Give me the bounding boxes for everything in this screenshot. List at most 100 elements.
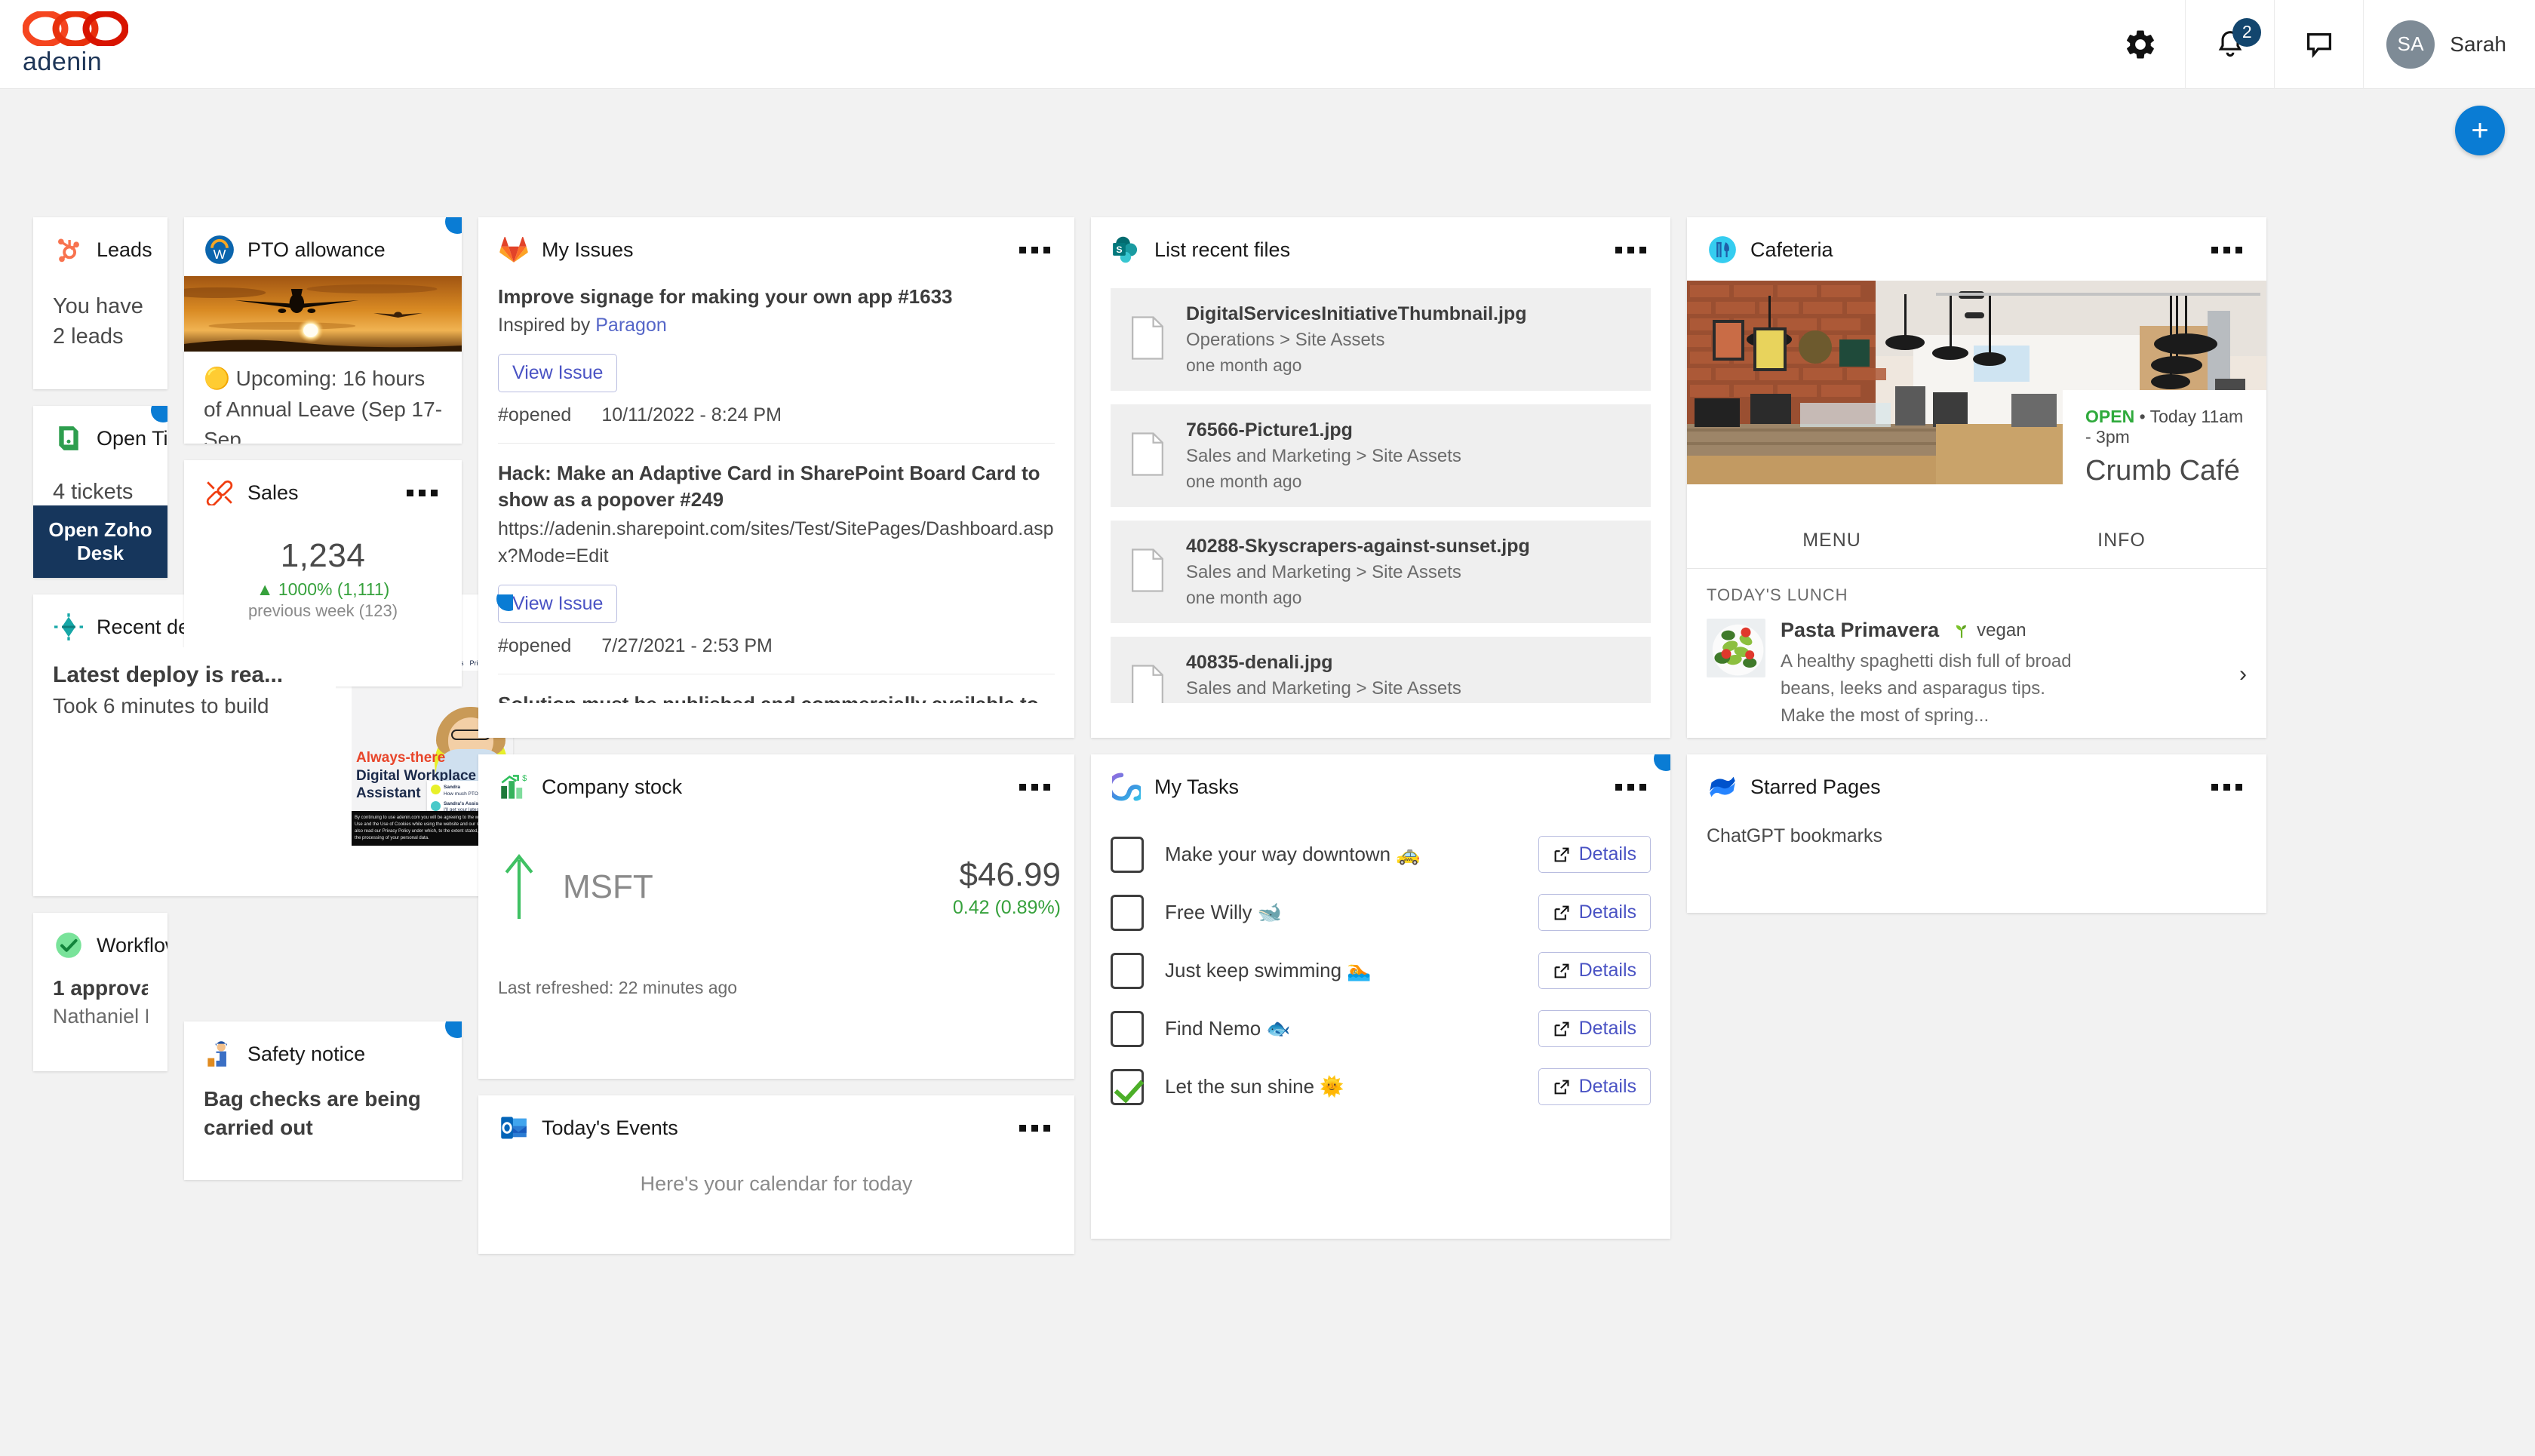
- settings-button[interactable]: [2096, 0, 2185, 89]
- card-header: Workflow: [33, 913, 167, 976]
- view-issue-button[interactable]: View Issue: [498, 585, 618, 624]
- task-details-button[interactable]: Details: [1538, 836, 1651, 873]
- brand-wordmark: adenin: [23, 48, 103, 76]
- file-name: 76566-Picture1.jpg: [1186, 419, 1353, 441]
- task-details-button[interactable]: Details: [1538, 1068, 1651, 1105]
- task-details-button[interactable]: Details: [1538, 894, 1651, 931]
- chevron-right-icon[interactable]: ›: [2230, 662, 2247, 687]
- card-open-tickets[interactable]: Open Tickets 4 tickets are currently ope…: [33, 406, 167, 578]
- tab-info[interactable]: INFO: [1977, 510, 2266, 568]
- file-name: DigitalServicesInitiativeThumbnail.jpg: [1186, 303, 1527, 324]
- add-card-button[interactable]: +: [2455, 106, 2505, 155]
- file-list-item[interactable]: DigitalServicesInitiativeThumbnail.jpg O…: [1111, 288, 1651, 391]
- svg-text:S: S: [1116, 244, 1122, 255]
- file-list-item[interactable]: 40835-denali.jpg Sales and Marketing > S…: [1111, 637, 1651, 703]
- microsoft-loop-icon: [1111, 771, 1142, 803]
- card-menu-button[interactable]: [2207, 242, 2247, 258]
- card-workflow[interactable]: Workflow 1 approval pendi... Nathaniel P…: [33, 913, 167, 1071]
- card-my-issues[interactable]: My Issues Improve signage for making you…: [478, 217, 1074, 738]
- card-list-recent-files[interactable]: S List recent files DigitalServicesIniti…: [1091, 217, 1670, 738]
- card-header: Starred Pages: [1687, 754, 2266, 818]
- task-checkbox[interactable]: [1111, 952, 1144, 989]
- file-info: DigitalServicesInitiativeThumbnail.jpg O…: [1186, 303, 1527, 376]
- dashboard-board: Leads You have 2 leads Open Ti 4 tickets…: [0, 89, 2535, 1456]
- card-cafeteria[interactable]: Cafeteria OPEN • Today 11am - 3pm Crumb …: [1687, 217, 2266, 738]
- menu-section-label: TODAY'S LUNCH: [1707, 585, 1848, 604]
- card-body: You have 2 leads: [33, 281, 167, 371]
- user-menu[interactable]: SA Sarah: [2363, 0, 2535, 89]
- card-title: Sales: [247, 481, 299, 504]
- card-title: Starred Pages: [1750, 775, 1881, 798]
- issue-source-link[interactable]: Paragon: [595, 315, 667, 336]
- task-row: Let the sun shine 🌞 Details: [1111, 1058, 1651, 1116]
- file-name: 40288-Skyscrapers-against-sunset.jpg: [1186, 536, 1530, 557]
- card-pto-allowance[interactable]: W PTO allowance 🟡 Upcoming: 16 hours of …: [184, 217, 462, 444]
- card-body: ChatGPT bookmarks: [1687, 818, 2266, 867]
- card-menu-button[interactable]: [1611, 242, 1651, 258]
- card-header: S List recent files: [1091, 217, 1670, 281]
- card-leads[interactable]: Leads You have 2 leads: [33, 217, 167, 389]
- file-list-item[interactable]: 40288-Skyscrapers-against-sunset.jpg Sal…: [1111, 521, 1651, 623]
- task-checkbox[interactable]: [1111, 836, 1144, 873]
- task-details-label: Details: [1578, 960, 1636, 981]
- menu-item[interactable]: Pizza Hawaii A delicious hand-tossed, st…: [1687, 730, 2266, 738]
- gitlab-icon: [498, 234, 530, 266]
- cutlery-icon: [1707, 234, 1738, 266]
- issue-date: 10/11/2022 - 8:24 PM: [601, 404, 782, 426]
- file-age: one month ago: [1186, 355, 1302, 375]
- task-checkbox[interactable]: [1111, 1068, 1144, 1105]
- notifications-button[interactable]: 2: [2185, 0, 2274, 89]
- card-title: Cafeteria: [1750, 238, 1833, 261]
- issue-item: Hack: Make an Adaptive Card in SharePoin…: [498, 443, 1055, 657]
- outlook-icon: [498, 1112, 530, 1144]
- preview-avatar-icon: [431, 800, 441, 811]
- card-header: Cafeteria: [1687, 217, 2266, 281]
- column-3: My Issues Improve signage for making you…: [478, 217, 1074, 1270]
- card-menu-button[interactable]: [1611, 779, 1651, 795]
- task-details-button[interactable]: Details: [1538, 952, 1651, 989]
- card-menu-button[interactable]: [1015, 779, 1055, 795]
- adenin-infinity-icon: [23, 11, 128, 46]
- issue-item: Solution must be published and commercia…: [498, 674, 1055, 703]
- events-empty-message: Here's your calendar for today: [640, 1172, 913, 1195]
- file-age: one month ago: [1186, 588, 1302, 607]
- card-todays-events[interactable]: Today's Events Here's your calendar for …: [478, 1095, 1074, 1254]
- issue-subtitle: https://adenin.sharepoint.com/sites/Test…: [498, 518, 1054, 567]
- tab-menu[interactable]: MENU: [1687, 510, 1977, 568]
- card-company-stock[interactable]: $ Company stock MSFT $46.99 0.42 (0.89%)…: [478, 754, 1074, 1079]
- card-title: My Issues: [542, 238, 634, 261]
- card-starred-pages[interactable]: Starred Pages ChatGPT bookmarks: [1687, 754, 2266, 913]
- task-checkbox[interactable]: [1111, 894, 1144, 931]
- task-checkbox[interactable]: [1111, 1010, 1144, 1047]
- task-details-label: Details: [1578, 902, 1636, 923]
- pto-hero-image: [184, 276, 462, 352]
- brand-logo[interactable]: adenin: [23, 11, 128, 77]
- card-body: 1 approval pendi... Nathaniel Palmer: [33, 976, 167, 1048]
- column-group-left: Leads You have 2 leads Open Ti 4 tickets…: [33, 217, 513, 1196]
- card-safety-notice[interactable]: Safety notice Bag checks are being carri…: [184, 1021, 462, 1180]
- task-label: Just keep swimming 🏊: [1165, 959, 1372, 981]
- file-path: Sales and Marketing > Site Assets: [1186, 678, 1461, 699]
- external-link-icon: [1554, 847, 1569, 862]
- card-body: Improve signage for making your own app …: [478, 281, 1074, 703]
- card-menu-button[interactable]: [1015, 242, 1055, 258]
- dish-description: A healthy spaghetti dish full of broad b…: [1781, 651, 2072, 726]
- card-header: W PTO allowance: [184, 217, 462, 276]
- file-path: Operations > Site Assets: [1186, 330, 1385, 350]
- card-my-tasks[interactable]: My Tasks Make your way downtown 🚕 Detail…: [1091, 754, 1670, 1239]
- messages-button[interactable]: [2274, 0, 2363, 89]
- menu-item[interactable]: Pasta Primavera vegan A healthy spaghett…: [1687, 605, 2266, 730]
- starred-page-item[interactable]: ChatGPT bookmarks: [1707, 818, 2247, 847]
- card-menu-button[interactable]: [1015, 1120, 1055, 1136]
- file-path: Sales and Marketing > Site Assets: [1186, 446, 1461, 466]
- card-header: Safety notice: [184, 1021, 462, 1085]
- issue-subtitle: Inspired by Paragon: [498, 312, 1055, 339]
- file-list-item[interactable]: 76566-Picture1.jpg Sales and Marketing >…: [1111, 404, 1651, 507]
- card-menu-button[interactable]: [2207, 779, 2247, 795]
- card-menu-button[interactable]: [402, 485, 442, 501]
- task-details-button[interactable]: Details: [1538, 1010, 1651, 1047]
- svg-text:W: W: [214, 247, 226, 262]
- open-zoho-desk-button[interactable]: Open Zoho Desk: [33, 505, 167, 578]
- column-5: Cafeteria OPEN • Today 11am - 3pm Crumb …: [1687, 217, 2266, 929]
- view-issue-button[interactable]: View Issue: [498, 354, 618, 393]
